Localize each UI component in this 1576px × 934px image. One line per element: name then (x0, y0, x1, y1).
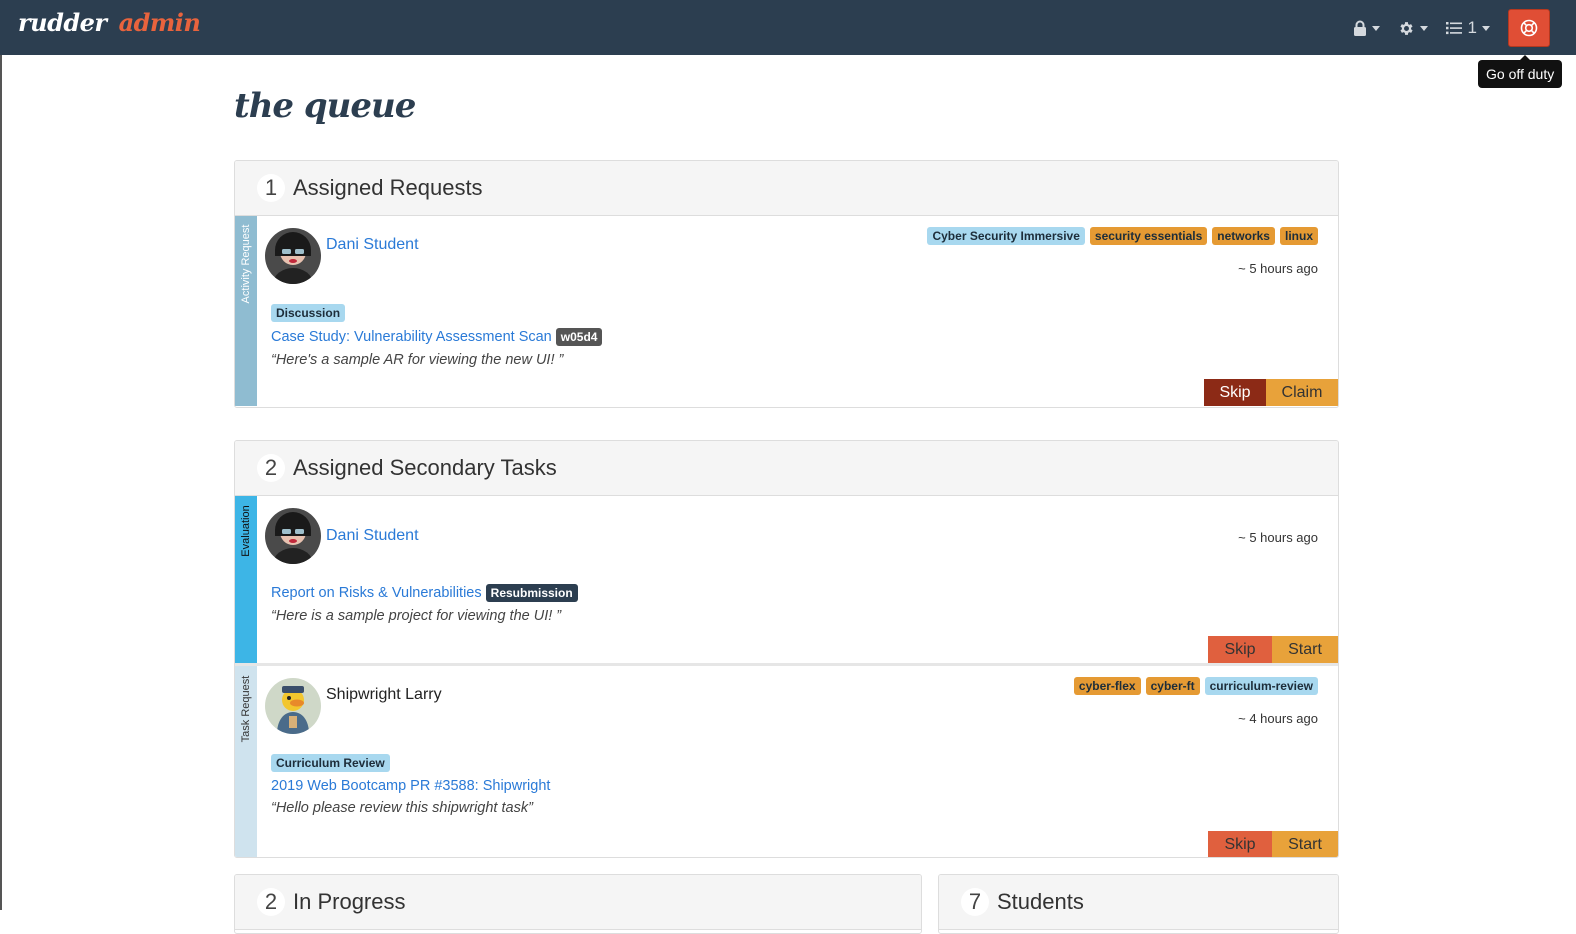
category-badge: Curriculum Review (271, 754, 390, 772)
chevron-down-icon (1371, 25, 1380, 31)
skip-button[interactable]: Skip (1208, 636, 1272, 663)
student-name-link[interactable]: Dani Student (326, 236, 419, 254)
start-button[interactable]: Start (1272, 636, 1338, 663)
card-actions: Skip Start (1208, 636, 1338, 663)
tag: Cyber Security Immersive (927, 227, 1085, 245)
avatar[interactable] (265, 228, 321, 284)
tag: linux (1279, 227, 1318, 245)
skip-button[interactable]: Skip (1208, 831, 1272, 857)
type-label: Evaluation (240, 505, 252, 557)
requester-name: Shipwright Larry (326, 686, 442, 703)
queue-count: 1 (1467, 18, 1477, 37)
lock-menu[interactable] (1353, 20, 1380, 36)
task-message: “Hello please review this shipwright tas… (271, 800, 533, 816)
tooltip: Go off duty (1478, 55, 1563, 88)
resubmission-badge: Resubmission (485, 584, 578, 602)
tag-list: cyber-flex cyber-ft curriculum-review (1069, 677, 1318, 695)
list-icon (1445, 22, 1462, 35)
count-badge: 2 (257, 888, 285, 916)
start-button[interactable]: Start (1272, 831, 1338, 857)
panel-title: Assigned Secondary Tasks (293, 455, 557, 480)
type-tab: Activity Request (235, 216, 257, 406)
avatar[interactable] (265, 508, 321, 564)
panel-title: Assigned Requests (293, 175, 483, 200)
task-request-card: Task Request Shipwright Larry cyber-flex… (235, 666, 1338, 857)
count-badge: 2 (257, 454, 285, 482)
chevron-down-icon (1419, 25, 1428, 31)
type-label: Activity Request (240, 224, 252, 304)
panel-header: 2 Assigned Secondary Tasks (235, 441, 1338, 496)
card-actions: Skip Claim (1204, 379, 1338, 406)
student-name-link[interactable]: Dani Student (326, 527, 419, 545)
request-card: Activity Request Dani Student Cyber Secu… (235, 216, 1338, 406)
type-label: Task Request (240, 675, 252, 743)
chevron-down-icon (1482, 25, 1490, 31)
secondary-tasks-panel: 2 Assigned Secondary Tasks Evaluation Da… (234, 440, 1339, 858)
request-message: “Here's a sample AR for viewing the new … (271, 352, 564, 368)
tag: cyber-flex (1073, 677, 1141, 695)
in-progress-panel: 2 In Progress (234, 874, 922, 934)
tag: networks (1212, 227, 1275, 245)
tag: cyber-ft (1145, 677, 1200, 695)
go-off-duty-button[interactable] (1508, 9, 1550, 47)
timestamp: ~ 5 hours ago (1238, 530, 1318, 545)
tag-list: Cyber Security Immersive security essent… (922, 227, 1318, 245)
timestamp: ~ 4 hours ago (1238, 711, 1318, 726)
claim-button[interactable]: Claim (1266, 379, 1338, 406)
left-border (0, 55, 2, 910)
card-actions: Skip Start (1208, 831, 1338, 857)
evaluation-card: Evaluation Dani Student ~ 5 hours ago Re… (235, 496, 1338, 663)
category-badge: Discussion (271, 304, 346, 322)
settings-menu[interactable] (1398, 20, 1428, 37)
queue-menu[interactable]: 1 (1445, 18, 1490, 38)
top-navbar: rudder admin 1 (0, 0, 1576, 55)
timestamp: ~ 5 hours ago (1238, 261, 1318, 276)
panel-title: In Progress (293, 889, 406, 914)
count-badge: 7 (961, 888, 989, 916)
lifebuoy-icon (1520, 19, 1538, 37)
brand-logo[interactable]: rudder admin (18, 8, 201, 37)
type-tab: Task Request (235, 666, 257, 857)
lock-icon (1353, 20, 1366, 36)
evaluation-message: “Here is a sample project for viewing th… (271, 608, 562, 624)
count-badge: 1 (257, 174, 285, 202)
panel-header: 7 Students (939, 875, 1338, 930)
assigned-requests-panel: 1 Assigned Requests Activity Request Dan… (234, 160, 1339, 408)
panel-header: 2 In Progress (235, 875, 921, 930)
page-title: the queue (234, 86, 416, 126)
evaluation-body: Report on Risks & Vulnerabilities Resubm… (271, 584, 578, 624)
tag: security essentials (1089, 227, 1208, 245)
task-body: Curriculum Review 2019 Web Bootcamp PR #… (271, 754, 550, 816)
project-link[interactable]: 2019 Web Bootcamp PR #3588: Shipwright (271, 778, 550, 794)
skip-button[interactable]: Skip (1204, 379, 1266, 406)
request-body: Discussion Case Study: Vulnerability Ass… (271, 304, 603, 368)
tag: curriculum-review (1204, 677, 1318, 695)
activity-code-badge: w05d4 (555, 328, 603, 346)
students-panel: 7 Students (938, 874, 1339, 934)
gear-icon (1399, 21, 1413, 35)
avatar[interactable] (265, 678, 321, 734)
type-tab: Evaluation (235, 496, 257, 663)
project-link[interactable]: Report on Risks & Vulnerabilities (271, 585, 482, 601)
activity-link[interactable]: Case Study: Vulnerability Assessment Sca… (271, 329, 552, 345)
panel-title: Students (997, 889, 1084, 914)
panel-header: 1 Assigned Requests (235, 161, 1338, 216)
